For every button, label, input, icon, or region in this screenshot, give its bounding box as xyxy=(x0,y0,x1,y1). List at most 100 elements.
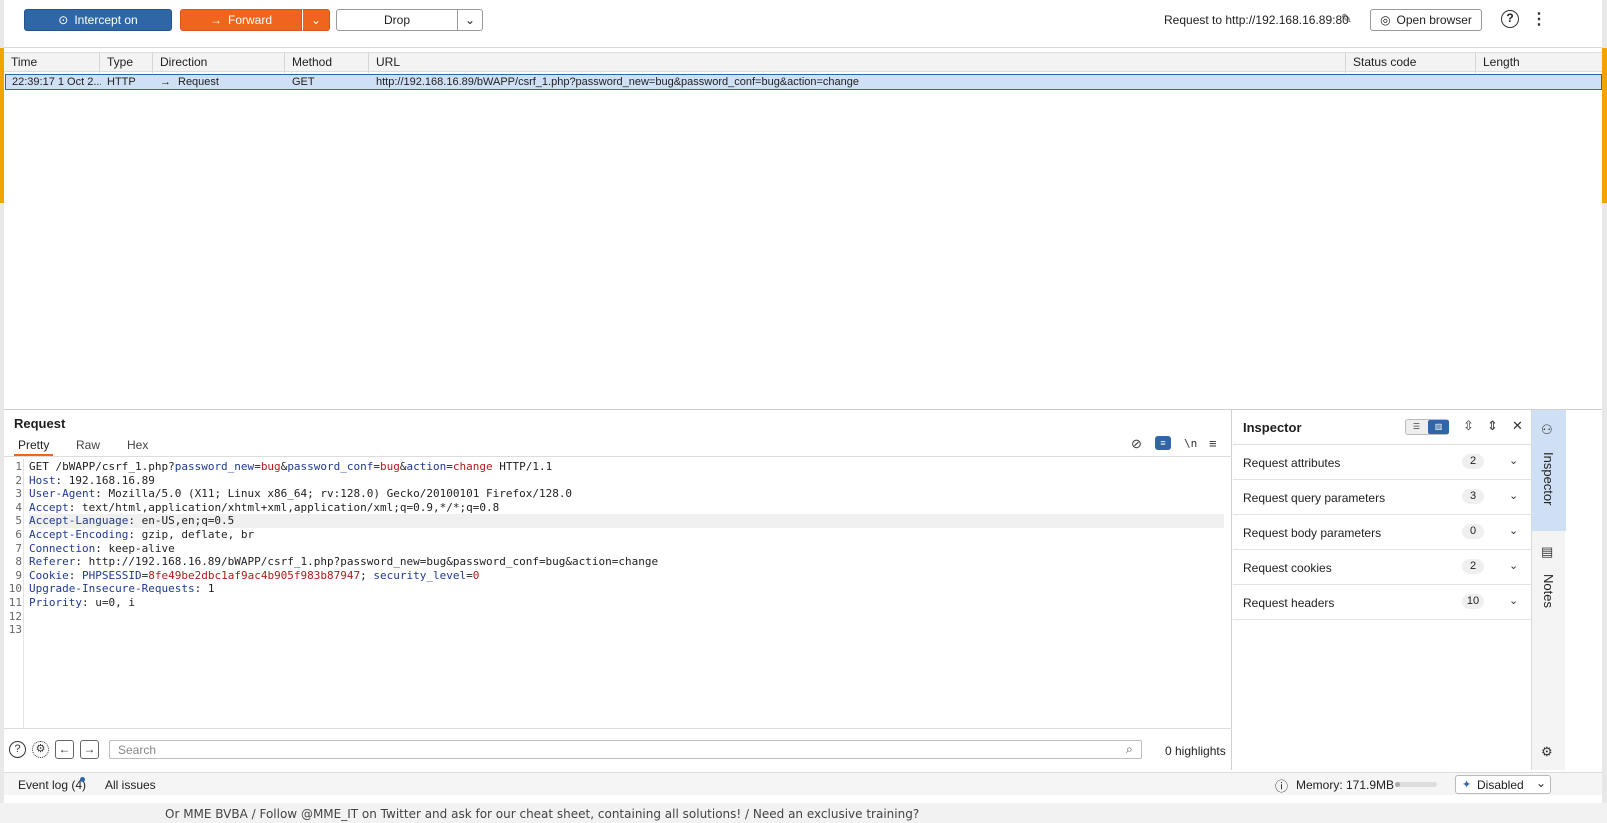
arrow-left-icon[interactable]: ← xyxy=(55,740,74,759)
rail-tab-inspector[interactable]: ⚇ Inspector xyxy=(1532,410,1566,531)
chevron-down-icon: ⌄ xyxy=(1536,776,1547,790)
line-number: 12 xyxy=(8,609,22,623)
section-label: Request cookies xyxy=(1243,561,1332,575)
list-layout-icon[interactable]: ☰ xyxy=(1406,420,1427,434)
search-bar: ? ⚙ ← → ⌕ 0 highlights xyxy=(4,728,1232,770)
cell-url: http://192.168.16.89/bWAPP/csrf_1.php?pa… xyxy=(376,76,860,88)
status-bar: Event log (4) All issues ⓘ Memory: 171.9… xyxy=(4,772,1602,795)
code-line-header: Accept: text/html,application/xhtml+xml,… xyxy=(29,500,500,514)
section-label: Request body parameters xyxy=(1243,526,1382,540)
hide-nonprintable-icon[interactable]: ⊘ xyxy=(1131,436,1142,452)
line-number: 2 xyxy=(15,473,22,487)
inspector-section-cookies[interactable]: Request cookies 2 ⌄ xyxy=(1233,550,1531,585)
intercept-label: Intercept on xyxy=(74,13,138,27)
drop-options-button[interactable]: ⌄ xyxy=(457,9,483,31)
search-input[interactable] xyxy=(109,740,1142,759)
background-page-footer: Or MME BVBA / Follow @MME_IT on Twitter … xyxy=(0,803,1607,823)
forward-label: Forward xyxy=(227,13,272,27)
memory-bar xyxy=(1395,782,1437,787)
code-line-header: Accept-Language: en-US,en;q=0.5 xyxy=(29,514,1224,528)
column-header-type[interactable]: Type xyxy=(100,53,153,73)
section-count-badge: 2 xyxy=(1462,559,1484,574)
tab-hex[interactable]: Hex xyxy=(127,438,148,456)
line-number: 10 xyxy=(8,582,22,596)
line-number: 9 xyxy=(15,568,22,582)
inspector-section-headers[interactable]: Request headers 10 ⌄ xyxy=(1233,585,1531,620)
request-title: Request xyxy=(14,416,66,431)
code-line-cookie: Cookie: PHPSESSID=8fe49be2dbc1af9ac4b905… xyxy=(29,568,480,582)
background-page-strip xyxy=(1602,48,1607,203)
cell-method: GET xyxy=(292,76,315,88)
chevron-down-icon: ⌄ xyxy=(464,13,476,27)
column-header-time[interactable]: Time xyxy=(4,53,100,73)
chevron-down-icon: ⌄ xyxy=(310,13,322,27)
line-number: 3 xyxy=(15,487,22,501)
forward-button[interactable]: → Forward xyxy=(180,9,302,31)
inspector-section-body-parameters[interactable]: Request body parameters 0 ⌄ xyxy=(1233,515,1531,550)
chevron-down-icon: ⌄ xyxy=(1509,595,1519,607)
notes-icon[interactable]: ▤ xyxy=(1541,544,1553,560)
inspector-section-attributes[interactable]: Request attributes 2 ⌄ xyxy=(1233,445,1531,480)
column-header-length[interactable]: Length xyxy=(1476,53,1602,73)
chevron-down-icon: ⌄ xyxy=(1509,560,1519,572)
more-options-icon[interactable]: ⋮ xyxy=(1531,9,1547,29)
tabs-divider xyxy=(4,456,1232,457)
event-log-link[interactable]: Event log (4) xyxy=(18,778,86,792)
tab-raw[interactable]: Raw xyxy=(76,438,100,456)
open-browser-label: Open browser xyxy=(1396,13,1472,27)
open-browser-button[interactable]: ◎ Open browser xyxy=(1370,9,1482,31)
section-count-badge: 3 xyxy=(1462,489,1484,504)
table-row[interactable]: 22:39:17 1 Oct 2... HTTP → Request GET h… xyxy=(5,74,1602,90)
column-header-url[interactable]: URL xyxy=(369,53,1346,73)
drop-button[interactable]: Drop xyxy=(336,9,458,31)
all-issues-link[interactable]: All issues xyxy=(105,778,156,792)
rail-notes-label[interactable]: Notes xyxy=(1541,574,1556,608)
arrow-right-icon[interactable]: → xyxy=(80,740,99,759)
highlights-count: 0 highlights xyxy=(1165,744,1226,758)
tab-pretty[interactable]: Pretty xyxy=(14,438,54,456)
intercept-toggle-button[interactable]: ⊙ Intercept on xyxy=(24,9,172,31)
wrap-lines-icon[interactable]: ≡ xyxy=(1155,436,1171,450)
info-icon[interactable]: ⓘ xyxy=(1275,776,1288,795)
globe-icon: ◎ xyxy=(1380,13,1391,27)
forward-options-button[interactable]: ⌄ xyxy=(302,9,330,31)
help-icon[interactable]: ? xyxy=(1501,10,1519,28)
cell-direction: Request xyxy=(178,76,219,88)
line-number: 4 xyxy=(15,500,22,514)
sparkle-icon: ✦ xyxy=(1462,779,1472,791)
code-line-header: Upgrade-Insecure-Requests: 1 xyxy=(29,582,215,596)
search-icon[interactable]: ⌕ xyxy=(1126,742,1133,757)
split-layout-icon[interactable]: ▥ xyxy=(1428,420,1449,434)
column-header-direction[interactable]: Direction xyxy=(153,53,285,73)
section-label: Request attributes xyxy=(1243,456,1341,470)
inspector-section-query-parameters[interactable]: Request query parameters 3 ⌄ xyxy=(1233,480,1531,515)
request-target: Request to http://192.168.16.89:80 xyxy=(1164,13,1349,27)
show-newlines-button[interactable]: \n xyxy=(1184,437,1197,450)
table-header: Time Type Direction Method URL Status co… xyxy=(4,52,1602,73)
gear-icon[interactable]: ⚙ xyxy=(32,741,49,758)
column-header-method[interactable]: Method xyxy=(285,53,369,73)
line-number: 7 xyxy=(15,541,22,555)
code-line-header: Connection: keep-alive xyxy=(29,541,175,555)
pencil-icon[interactable]: ✎ xyxy=(1341,11,1352,27)
drop-label: Drop xyxy=(383,13,410,27)
inspector-title: Inspector xyxy=(1243,420,1302,435)
menu-icon[interactable]: ≡ xyxy=(1209,436,1217,451)
close-icon[interactable]: ✕ xyxy=(1512,418,1523,434)
line-number: 1 xyxy=(15,460,22,473)
line-number: 5 xyxy=(15,514,22,528)
column-header-status-code[interactable]: Status code xyxy=(1346,53,1476,73)
collapse-all-icon[interactable]: ⇕ xyxy=(1487,418,1498,434)
cell-time: 22:39:17 1 Oct 2... xyxy=(12,76,101,88)
inspector-panel: Inspector ☰ ▥ ⇳ ⇕ ✕ Request attributes 2… xyxy=(1233,410,1531,770)
expand-all-icon[interactable]: ⇳ xyxy=(1463,418,1474,434)
layout-toggle[interactable]: ☰ ▥ xyxy=(1405,419,1449,435)
toggle-icon: ⊙ xyxy=(58,13,69,27)
request-editor[interactable]: 1 2 3 4 5 6 7 8 9 10 11 12 13 GET /bWAPP… xyxy=(4,458,1232,728)
notification-dot xyxy=(80,777,85,782)
ai-status-button[interactable]: ✦ Disabled ⌄ xyxy=(1455,775,1551,794)
gear-icon[interactable]: ⚙ xyxy=(1541,744,1553,760)
help-icon[interactable]: ? xyxy=(9,741,26,758)
code-line-header: Host: 192.168.16.89 xyxy=(29,473,155,487)
arrow-right-icon: → xyxy=(160,76,171,88)
